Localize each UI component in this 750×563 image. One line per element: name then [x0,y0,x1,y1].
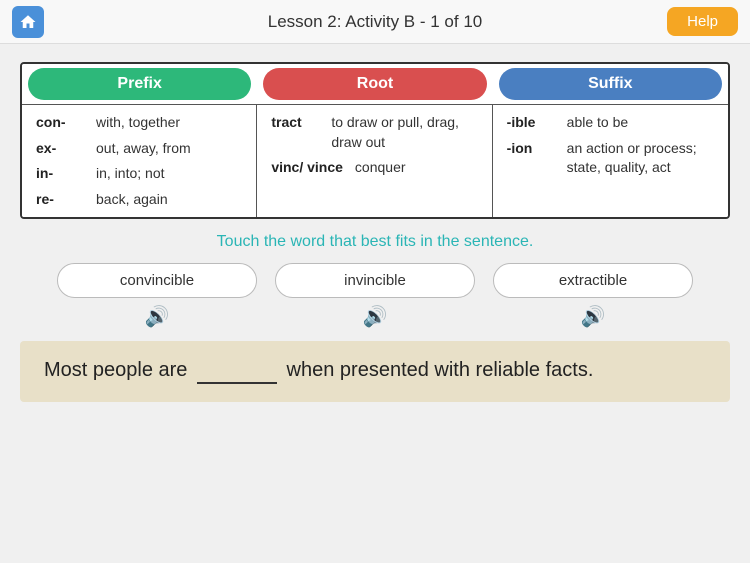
suffix-header: Suffix [499,68,722,100]
sentence-area: Most people are when presented with reli… [20,341,730,402]
suffix-key-2: -ion [507,139,555,178]
prefix-key-3: in- [36,164,84,184]
suffix-header-col: Suffix [493,64,728,104]
audio-extractible[interactable]: 🔊 [493,304,693,329]
reference-table: Prefix Root Suffix con- with, together e… [20,62,730,219]
prefix-key-1: con- [36,113,84,133]
speaker-icon: 🔊 [363,304,388,329]
speaker-icon: 🔊 [581,304,606,329]
root-key-1: tract [271,113,319,152]
root-val-2: conquer [355,158,406,178]
instruction-text: Touch the word that best fits in the sen… [20,233,730,251]
root-header: Root [263,68,486,100]
list-item: re- back, again [36,190,242,210]
choice-extractible[interactable]: extractible [493,263,693,298]
word-choices: convincible invincible extractible [20,263,730,298]
header: Lesson 2: Activity B - 1 of 10 Help [0,0,750,44]
home-button[interactable] [12,6,44,38]
suffix-val-2: an action or process; state, quality, ac… [567,139,714,178]
suffix-val-1: able to be [567,113,629,133]
prefix-val-1: with, together [96,113,180,133]
prefix-key-4: re- [36,190,84,210]
list-item: con- with, together [36,113,242,133]
main-content: Prefix Root Suffix con- with, together e… [0,44,750,412]
prefix-key-2: ex- [36,139,84,159]
prefix-val-4: back, again [96,190,168,210]
prefix-col: con- with, together ex- out, away, from … [22,105,257,217]
list-item: in- in, into; not [36,164,242,184]
prefix-val-2: out, away, from [96,139,191,159]
audio-convincible[interactable]: 🔊 [57,304,257,329]
table-header-row: Prefix Root Suffix [22,64,728,104]
sentence-before: Most people are [44,359,193,381]
suffix-key-1: -ible [507,113,555,133]
choice-invincible[interactable]: invincible [275,263,475,298]
home-icon [19,13,37,31]
root-col: tract to draw or pull, drag, draw out vi… [257,105,492,217]
list-item: tract to draw or pull, drag, draw out [271,113,477,152]
root-val-1: to draw or pull, drag, draw out [331,113,477,152]
audio-row: 🔊 🔊 🔊 [20,304,730,329]
table-body: con- with, together ex- out, away, from … [22,104,728,217]
prefix-header: Prefix [28,68,251,100]
root-header-col: Root [257,64,492,104]
sentence-after: when presented with reliable facts. [281,359,593,381]
prefix-header-col: Prefix [22,64,257,104]
list-item: -ible able to be [507,113,714,133]
list-item: vinc/ vince conquer [271,158,477,178]
prefix-val-3: in, into; not [96,164,165,184]
root-key-2: vinc/ vince [271,158,343,178]
suffix-col: -ible able to be -ion an action or proce… [493,105,728,217]
choice-convincible[interactable]: convincible [57,263,257,298]
header-title: Lesson 2: Activity B - 1 of 10 [268,12,483,32]
list-item: ex- out, away, from [36,139,242,159]
audio-invincible[interactable]: 🔊 [275,304,475,329]
speaker-icon: 🔊 [145,304,170,329]
help-button[interactable]: Help [667,7,738,36]
sentence-blank [197,359,277,384]
list-item: -ion an action or process; state, qualit… [507,139,714,178]
